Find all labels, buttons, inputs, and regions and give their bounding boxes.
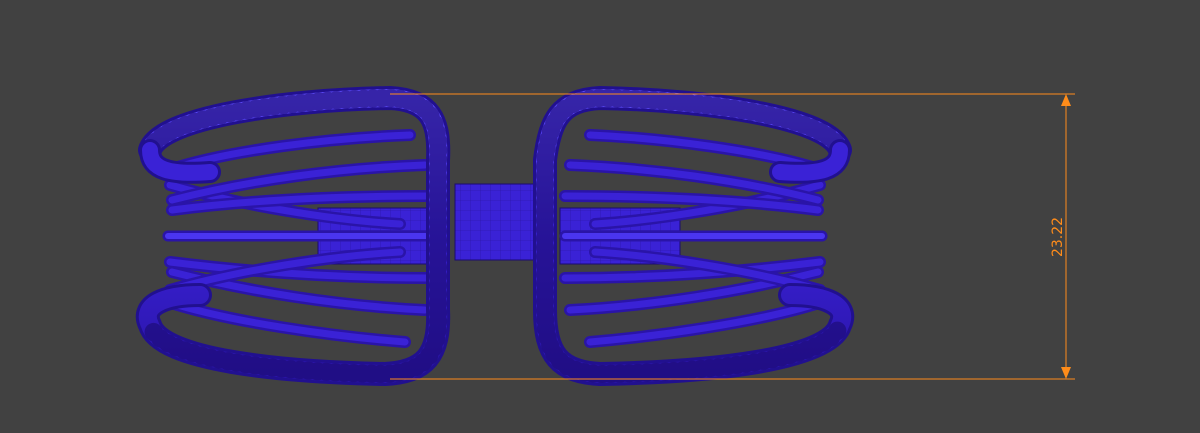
viewport-canvas[interactable]: 23.22: [0, 0, 1200, 433]
3d-viewport[interactable]: 23.22: [0, 0, 1200, 433]
wire-ring-mesh-icon[interactable]: [136, 86, 854, 386]
dimension-arrow-top-icon: [1061, 94, 1071, 106]
dimension-value: 23.22: [1050, 217, 1066, 257]
dimension-arrow-bottom-icon: [1061, 367, 1071, 379]
